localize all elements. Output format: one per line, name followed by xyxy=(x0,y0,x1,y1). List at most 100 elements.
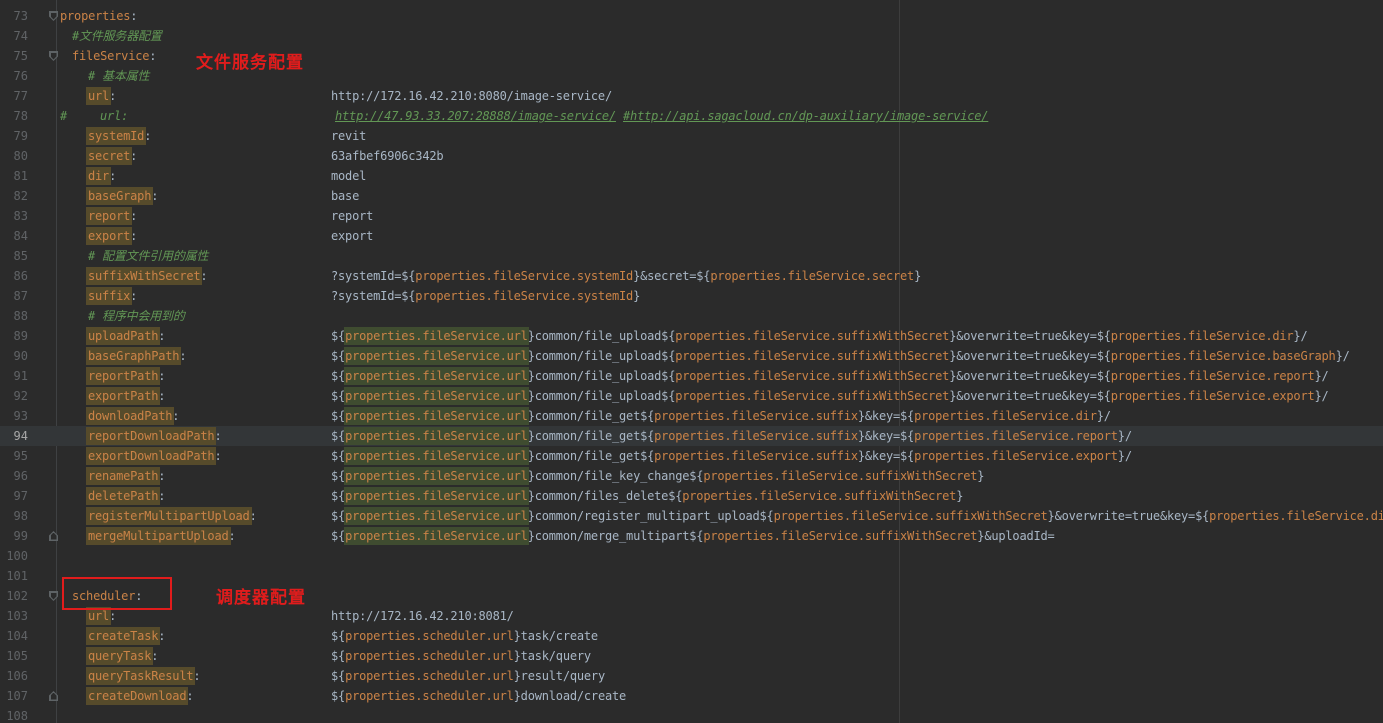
line-number: 74 xyxy=(0,26,28,46)
code-text: ${properties.fileService.url}common/file… xyxy=(331,386,1329,406)
code-text: http://172.16.42.210:8080/image-service/ xyxy=(331,86,612,106)
code-text: dir: xyxy=(88,166,116,186)
line-number: 76 xyxy=(0,66,28,86)
code-text: url: xyxy=(100,106,128,126)
line-number: 89 xyxy=(0,326,28,346)
code-line[interactable]: 106queryTaskResult:${properties.schedule… xyxy=(0,666,1383,686)
line-number: 83 xyxy=(0,206,28,226)
line-number: 85 xyxy=(0,246,28,266)
line-number: 93 xyxy=(0,406,28,426)
code-text: 63afbef6906c342b xyxy=(331,146,443,166)
line-number: 80 xyxy=(0,146,28,166)
code-text: baseGraphPath: xyxy=(88,346,186,366)
code-text: baseGraph: xyxy=(88,186,158,206)
code-text: http://47.93.33.207:28888/image-service/… xyxy=(335,106,988,126)
line-number: 88 xyxy=(0,306,28,326)
line-number: 100 xyxy=(0,546,28,566)
code-text: export xyxy=(331,226,373,246)
code-text: ${properties.fileService.url}common/regi… xyxy=(331,506,1383,526)
code-text: ${properties.fileService.url}common/file… xyxy=(331,426,1132,446)
code-line[interactable]: 77url:http://172.16.42.210:8080/image-se… xyxy=(0,86,1383,106)
annotation-scheduler-label: 调度器配置 xyxy=(216,589,306,608)
code-text: fileService: xyxy=(72,46,156,66)
code-line[interactable]: 102scheduler: xyxy=(0,586,1383,606)
code-line[interactable]: 80secret:63afbef6906c342b xyxy=(0,146,1383,166)
line-number: 96 xyxy=(0,466,28,486)
fold-collapse-icon[interactable] xyxy=(49,51,58,61)
code-text: reportDownloadPath: xyxy=(88,426,221,446)
line-number: 106 xyxy=(0,666,28,686)
code-line[interactable]: 100 xyxy=(0,546,1383,566)
code-line[interactable]: 74#文件服务器配置 xyxy=(0,26,1383,46)
code-text: ${properties.fileService.url}common/file… xyxy=(331,326,1307,346)
code-text: report: xyxy=(88,206,137,226)
code-line[interactable]: 85 # 配置文件引用的属性 xyxy=(0,246,1383,266)
code-line[interactable]: 82baseGraph:base xyxy=(0,186,1383,206)
code-text: base xyxy=(331,186,359,206)
code-text: # 配置文件引用的属性 xyxy=(88,246,208,266)
code-editor: 73properties:74#文件服务器配置75fileService:76#… xyxy=(0,0,1383,723)
code-line[interactable]: 103url:http://172.16.42.210:8081/ xyxy=(0,606,1383,626)
code-line[interactable]: 92exportPath:${properties.fileService.ur… xyxy=(0,386,1383,406)
code-line[interactable]: 99mergeMultipartUpload:${properties.file… xyxy=(0,526,1383,546)
code-text: suffixWithSecret: xyxy=(88,266,207,286)
code-line[interactable]: 89 uploadPath: ${properties.fileService.ur… xyxy=(0,326,1383,346)
code-line[interactable]: 79systemId:revit xyxy=(0,126,1383,146)
code-text: queryTask: xyxy=(88,646,158,666)
line-number: 105 xyxy=(0,646,28,666)
code-text: # xyxy=(60,106,67,126)
code-line[interactable]: 86suffixWithSecret:?systemId=${propertie… xyxy=(0,266,1383,286)
code-text: exportDownloadPath: xyxy=(88,446,221,466)
code-line[interactable]: 93downloadPath:${properties.fileService.… xyxy=(0,406,1383,426)
line-number: 99 xyxy=(0,526,28,546)
code-line[interactable]: 78#url:http://47.93.33.207:28888/image-s… xyxy=(0,106,1383,126)
line-number: 73 xyxy=(0,6,28,26)
code-text: createDownload: xyxy=(88,686,193,706)
code-text: createTask: xyxy=(88,626,165,646)
code-line[interactable]: 104 createTask: ${properties.scheduler.url… xyxy=(0,626,1383,646)
code-text: http://172.16.42.210:8081/ xyxy=(331,606,514,626)
code-text: renamePath: xyxy=(88,466,165,486)
line-number: 103 xyxy=(0,606,28,626)
code-line[interactable]: 98registerMultipartUpload:${properties.f… xyxy=(0,506,1383,526)
line-number: 101 xyxy=(0,566,28,586)
code-text: # 程序中会用到的 xyxy=(88,306,185,326)
code-text: # 基本属性 xyxy=(88,66,149,86)
line-number: 79 xyxy=(0,126,28,146)
code-line[interactable]: 107createDownload:${properties.scheduler… xyxy=(0,686,1383,706)
line-number: 95 xyxy=(0,446,28,466)
code-text: registerMultipartUpload: xyxy=(88,506,257,526)
code-text: report xyxy=(331,206,373,226)
code-text: ${properties.fileService.url}common/file… xyxy=(331,406,1111,426)
code-text: url: xyxy=(88,86,116,106)
code-text: deletePath: xyxy=(88,486,165,506)
code-text: mergeMultipartUpload: xyxy=(88,526,236,546)
code-text: queryTaskResult: xyxy=(88,666,200,686)
code-line[interactable]: 94reportDownloadPath:${properties.fileSe… xyxy=(0,426,1383,446)
code-text: ${properties.scheduler.url}task/create xyxy=(331,626,598,646)
fold-region-end-icon[interactable] xyxy=(49,531,58,541)
code-line[interactable]: 97deletePath:${properties.fileService.ur… xyxy=(0,486,1383,506)
line-number: 104 xyxy=(0,626,28,646)
code-text: export: xyxy=(88,226,137,246)
fold-collapse-icon[interactable] xyxy=(49,11,58,21)
line-number: 108 xyxy=(0,706,28,723)
fold-region-end-icon[interactable] xyxy=(49,691,58,701)
code-line[interactable]: 88 # 程序中会用到的 xyxy=(0,306,1383,326)
code-line[interactable]: 101 xyxy=(0,566,1383,586)
line-number: 107 xyxy=(0,686,28,706)
code-line[interactable]: 108 xyxy=(0,706,1383,723)
line-number: 97 xyxy=(0,486,28,506)
code-line[interactable]: 90baseGraphPath:${properties.fileService… xyxy=(0,346,1383,366)
fold-collapse-icon[interactable] xyxy=(49,591,58,601)
code-line[interactable]: 91reportPath:${properties.fileService.ur… xyxy=(0,366,1383,386)
code-line[interactable]: 87suffix:?systemId=${properties.fileServ… xyxy=(0,286,1383,306)
code-line[interactable]: 73properties: xyxy=(0,6,1383,26)
code-line[interactable]: 96renamePath:${properties.fileService.ur… xyxy=(0,466,1383,486)
code-line[interactable]: 105queryTask:${properties.scheduler.url}… xyxy=(0,646,1383,666)
code-line[interactable]: 81dir:model xyxy=(0,166,1383,186)
code-line[interactable]: 83 report: report xyxy=(0,206,1383,226)
code-line[interactable]: 84export:export xyxy=(0,226,1383,246)
code-text: uploadPath: xyxy=(88,326,165,346)
code-line[interactable]: 95exportDownloadPath:${properties.fileSe… xyxy=(0,446,1383,466)
